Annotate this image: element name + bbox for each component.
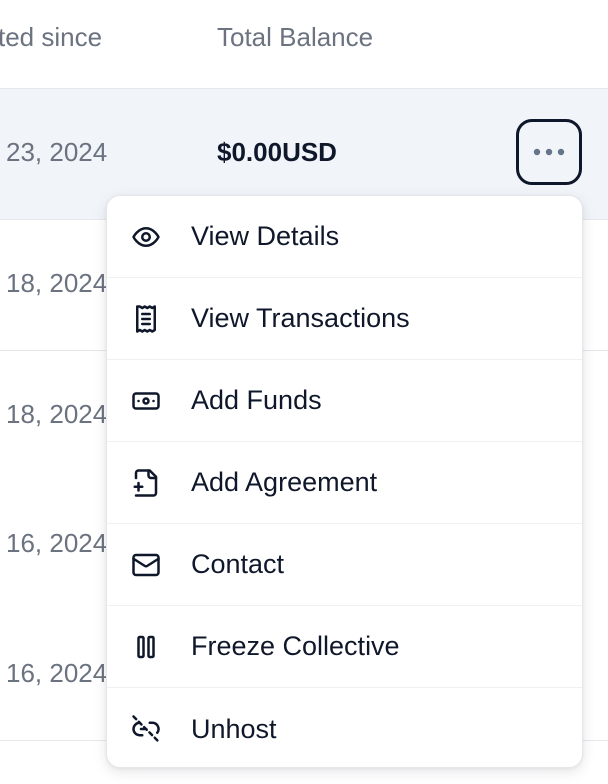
menu-item-label: Add Agreement: [191, 467, 378, 497]
menu-item-freeze-collective[interactable]: Freeze Collective: [107, 606, 582, 688]
banknote-icon: [129, 384, 163, 418]
unlink-icon: [129, 712, 163, 746]
column-header-since[interactable]: ted since: [0, 22, 102, 53]
ellipsis-icon: [533, 148, 565, 156]
mail-icon: [129, 548, 163, 582]
date-cell: 16, 2024: [6, 658, 108, 688]
date-cell: 16, 2024: [6, 528, 108, 558]
date-cell: 18, 2024: [6, 268, 108, 298]
menu-item-add-funds[interactable]: Add Funds: [107, 360, 582, 442]
menu-item-view-transactions[interactable]: View Transactions: [107, 278, 582, 360]
menu-item-label: Contact: [191, 549, 285, 579]
menu-item-add-agreement[interactable]: Add Agreement: [107, 442, 582, 524]
more-actions-button[interactable]: [516, 119, 582, 185]
menu-item-label: Unhost: [191, 713, 277, 744]
balance-cell: $0.00USD: [217, 137, 337, 167]
receipt-icon: [129, 302, 163, 336]
menu-item-unhost[interactable]: Unhost: [107, 688, 582, 767]
column-header-total-balance[interactable]: Total Balance: [217, 22, 373, 53]
date-cell: 23, 2024: [6, 137, 108, 167]
menu-item-label: View Transactions: [191, 303, 410, 333]
menu-item-view-details[interactable]: View Details: [107, 196, 582, 278]
table-header: ted since Total Balance: [0, 0, 608, 89]
menu-item-contact[interactable]: Contact: [107, 524, 582, 606]
pause-icon: [129, 630, 163, 664]
menu-item-label: Freeze Collective: [191, 631, 400, 661]
actions-dropdown-menu: View Details View Transactions Add Funds: [106, 195, 583, 768]
file-plus-icon: [129, 466, 163, 500]
eye-icon: [129, 220, 163, 254]
date-cell: 18, 2024: [6, 399, 108, 429]
menu-item-label: View Details: [191, 221, 340, 251]
menu-item-label: Add Funds: [191, 385, 322, 415]
